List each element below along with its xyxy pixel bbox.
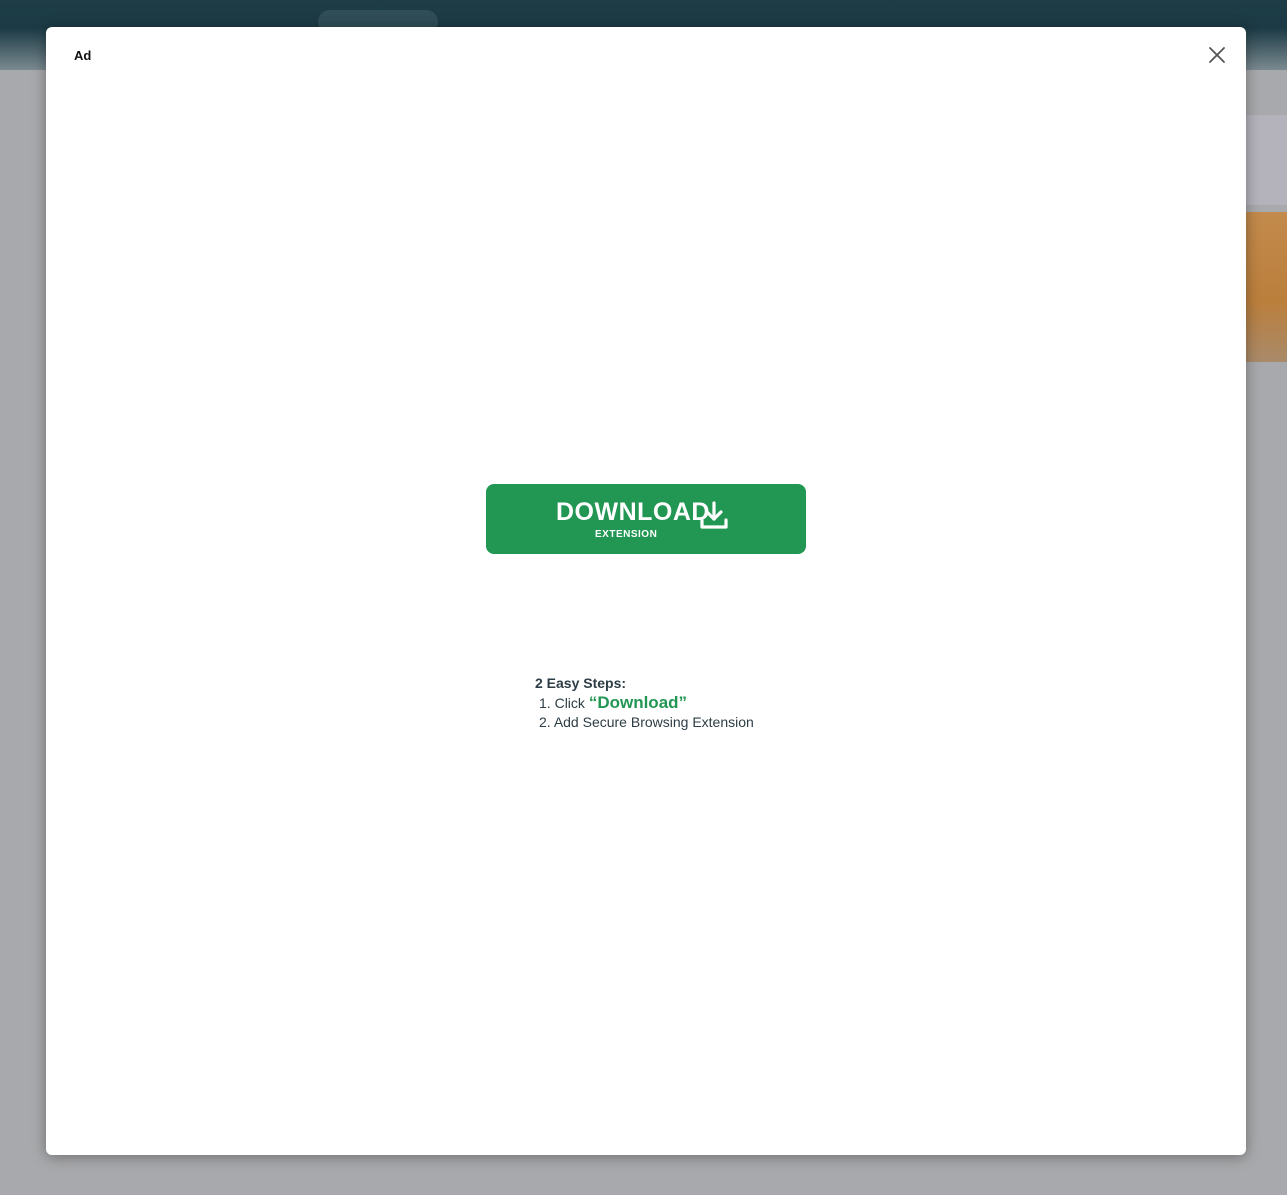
close-button[interactable] [1206, 44, 1228, 66]
background-sidebar-strip [1246, 115, 1287, 205]
steps-title: 2 Easy Steps: [535, 675, 627, 691]
step-item-2: 2. Add Secure Browsing Extension [535, 713, 754, 732]
step-item-1: 1. Click “Download” [535, 693, 754, 713]
step-1-number: 1. [539, 695, 551, 711]
background-banner [1246, 212, 1287, 362]
download-extension-button[interactable]: DOWNLOAD EXTENSION [486, 484, 806, 554]
close-icon [1209, 47, 1225, 63]
ad-label: Ad [74, 48, 92, 63]
steps-instructions: 2 Easy Steps: 1. Click “Download” 2. Add… [535, 675, 754, 732]
step-2-number: 2. [539, 714, 551, 730]
download-icon [700, 501, 728, 529]
step-2-text: Add Secure Browsing Extension [553, 714, 754, 730]
step-1-text: Click [554, 695, 585, 711]
download-button-label: DOWNLOAD [556, 498, 710, 526]
step-1-highlight: “Download” [588, 693, 688, 712]
ad-modal: Ad DOWNLOAD EXTENSION 2 Easy Steps: 1. C… [46, 27, 1246, 1155]
download-button-sublabel: EXTENSION [595, 529, 658, 540]
